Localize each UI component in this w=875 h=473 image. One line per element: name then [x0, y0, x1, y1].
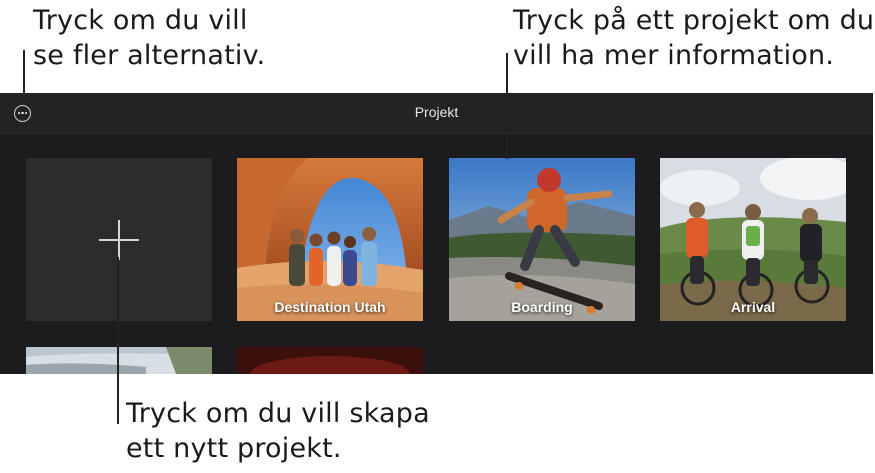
- new-project-button[interactable]: [26, 158, 212, 321]
- page-title: Projekt: [414, 104, 459, 120]
- project-thumbnail: [237, 158, 423, 321]
- projects-browser: Projekt Destination Utah Boarding Arriva…: [0, 93, 873, 374]
- project-thumbnail: [26, 347, 212, 374]
- leader-line-info: [506, 53, 508, 159]
- project-thumbnail: [237, 347, 423, 374]
- project-title: Arrival: [730, 299, 776, 315]
- callout-line: ett nytt projekt.: [126, 433, 342, 464]
- project-thumbnail: [660, 158, 846, 321]
- callout-line: Tryck om du vill: [33, 5, 248, 36]
- project-tile-boarding[interactable]: Boarding: [449, 158, 635, 321]
- leader-line-new: [117, 257, 119, 424]
- callout-more-options: Tryck om du vill se fler alternativ.: [33, 3, 265, 73]
- project-tile[interactable]: [237, 347, 423, 374]
- callout-new-project: Tryck om du vill skapa ett nytt projekt.: [126, 396, 430, 466]
- plus-icon-vertical: [118, 220, 120, 260]
- callout-project-info: Tryck på ett projekt om du vill ha mer i…: [513, 3, 874, 73]
- navigation-bar: Projekt: [0, 93, 873, 134]
- project-tile-arrival[interactable]: Arrival: [660, 158, 846, 321]
- project-thumbnail: [449, 158, 635, 321]
- callout-line: Tryck om du vill skapa: [126, 398, 430, 429]
- project-title: Boarding: [511, 299, 573, 315]
- callout-line: vill ha mer information.: [513, 40, 835, 71]
- project-tile-destination-utah[interactable]: Destination Utah: [237, 158, 423, 321]
- callout-line: Tryck på ett projekt om du: [513, 5, 875, 36]
- project-tile[interactable]: [26, 347, 212, 374]
- callout-line: se fler alternativ.: [33, 40, 266, 71]
- project-title: Destination Utah: [274, 299, 386, 315]
